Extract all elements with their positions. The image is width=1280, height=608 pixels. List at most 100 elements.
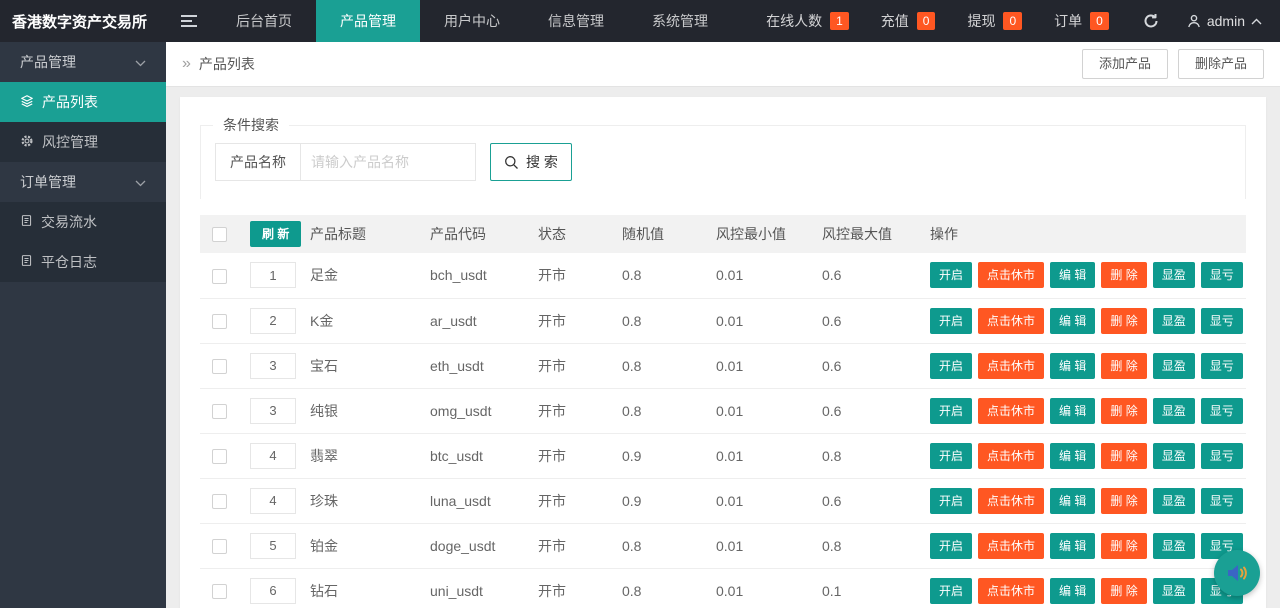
stat-label: 订单: [1054, 13, 1083, 29]
stat-label: 在线人数: [766, 13, 823, 29]
show-loss-button[interactable]: 显亏: [1200, 442, 1243, 469]
stat-withdraw[interactable]: 提现 0: [951, 11, 1038, 31]
sort-order-input[interactable]: [250, 307, 296, 334]
edit-button[interactable]: 编 辑: [1050, 352, 1096, 379]
row-checkbox[interactable]: [212, 538, 227, 554]
risk-min-cell: 0.01: [704, 388, 810, 434]
status-badge: 0: [916, 12, 936, 30]
nav-item-用户中心[interactable]: 用户中心: [420, 0, 524, 42]
announcement-float-button[interactable]: [1214, 550, 1260, 596]
show-profit-button[interactable]: 显盈: [1152, 577, 1195, 604]
search-button[interactable]: 搜 索: [490, 143, 572, 181]
show-loss-button[interactable]: 显亏: [1200, 352, 1243, 379]
edit-button[interactable]: 编 辑: [1050, 307, 1096, 334]
pause-market-button[interactable]: 点击休市: [978, 442, 1045, 469]
open-button[interactable]: 开启: [930, 577, 973, 604]
show-profit-button[interactable]: 显盈: [1152, 352, 1195, 379]
row-checkbox[interactable]: [212, 583, 227, 599]
sort-order-input[interactable]: [250, 352, 296, 379]
edit-button[interactable]: 编 辑: [1050, 442, 1096, 469]
sort-order-input[interactable]: [250, 442, 296, 469]
delete-button[interactable]: 删 除: [1101, 307, 1147, 334]
row-checkbox[interactable]: [212, 313, 227, 329]
sidebar-group-产品管理[interactable]: 产品管理: [0, 42, 166, 82]
sidebar-item-平仓日志[interactable]: 平仓日志: [0, 242, 166, 282]
stat-recharge[interactable]: 充值 0: [865, 11, 952, 31]
sidebar-item-交易流水[interactable]: 交易流水: [0, 202, 166, 242]
open-button[interactable]: 开启: [930, 532, 973, 559]
pause-market-button[interactable]: 点击休市: [978, 352, 1045, 379]
delete-button[interactable]: 删 除: [1101, 397, 1147, 424]
show-loss-button[interactable]: 显亏: [1200, 397, 1243, 424]
edit-button[interactable]: 编 辑: [1050, 577, 1096, 604]
table-row: 纯银omg_usdt开市0.80.010.6 开启点击休市编 辑删 除显盈显亏: [200, 388, 1246, 434]
row-checkbox[interactable]: [212, 358, 227, 374]
show-profit-button[interactable]: 显盈: [1152, 442, 1195, 469]
pause-market-button[interactable]: 点击休市: [978, 307, 1045, 334]
edit-button[interactable]: 编 辑: [1050, 487, 1096, 514]
sort-order-input[interactable]: [250, 577, 296, 604]
refresh-button[interactable]: [1125, 13, 1177, 29]
pause-market-button[interactable]: 点击休市: [978, 532, 1045, 559]
delete-button[interactable]: 删 除: [1101, 577, 1147, 604]
edit-button[interactable]: 编 辑: [1050, 532, 1096, 559]
delete-button[interactable]: 删 除: [1101, 262, 1147, 289]
show-profit-button[interactable]: 显盈: [1152, 307, 1195, 334]
sort-order-input[interactable]: [250, 397, 296, 424]
sidebar-item-产品列表[interactable]: 产品列表: [0, 82, 166, 122]
menu-toggle-icon[interactable]: [166, 0, 212, 42]
row-checkbox[interactable]: [212, 493, 227, 509]
row-checkbox[interactable]: [212, 403, 227, 419]
nav-item-产品管理[interactable]: 产品管理: [316, 0, 420, 42]
edit-button[interactable]: 编 辑: [1050, 397, 1096, 424]
open-button[interactable]: 开启: [930, 397, 973, 424]
pause-market-button[interactable]: 点击休市: [978, 397, 1045, 424]
product-name-input[interactable]: [300, 143, 476, 181]
add-product-button[interactable]: 添加产品: [1081, 49, 1168, 79]
sort-order-input[interactable]: [250, 262, 296, 289]
row-checkbox[interactable]: [212, 268, 227, 284]
table-row: 宝石eth_usdt开市0.80.010.6 开启点击休市编 辑删 除显盈显亏: [200, 343, 1246, 389]
sidebar-item-风控管理[interactable]: 风控管理: [0, 122, 166, 162]
nav-item-信息管理[interactable]: 信息管理: [524, 0, 628, 42]
delete-button[interactable]: 删 除: [1101, 532, 1147, 559]
row-checkbox[interactable]: [212, 448, 227, 464]
open-button[interactable]: 开启: [930, 307, 973, 334]
show-loss-button[interactable]: 显亏: [1200, 307, 1243, 334]
user-menu[interactable]: admin: [1177, 13, 1280, 29]
open-button[interactable]: 开启: [930, 442, 973, 469]
nav-item-系统管理[interactable]: 系统管理: [628, 0, 732, 42]
product-list-card: 条件搜索 产品名称 搜 索: [180, 97, 1266, 608]
open-button[interactable]: 开启: [930, 352, 973, 379]
show-profit-button[interactable]: 显盈: [1152, 397, 1195, 424]
select-all-checkbox[interactable]: [212, 227, 227, 243]
sort-order-input[interactable]: [250, 487, 296, 514]
table-row: K金ar_usdt开市0.80.010.6 开启点击休市编 辑删 除显盈显亏: [200, 298, 1246, 344]
show-loss-button[interactable]: 显亏: [1200, 262, 1243, 289]
pause-market-button[interactable]: 点击休市: [978, 487, 1045, 514]
edit-button[interactable]: 编 辑: [1050, 262, 1096, 289]
stat-online[interactable]: 在线人数 1: [750, 11, 865, 31]
refresh-table-button[interactable]: 刷 新: [250, 221, 302, 247]
stat-order[interactable]: 订单 0: [1038, 11, 1125, 31]
show-profit-button[interactable]: 显盈: [1152, 262, 1195, 289]
delete-product-button[interactable]: 删除产品: [1177, 49, 1264, 79]
row-actions: 开启点击休市编 辑删 除显盈显亏: [930, 442, 1243, 469]
show-profit-button[interactable]: 显盈: [1152, 487, 1195, 514]
open-button[interactable]: 开启: [930, 262, 973, 289]
delete-button[interactable]: 删 除: [1101, 442, 1147, 469]
user-icon: [1187, 14, 1200, 28]
sort-order-input[interactable]: [250, 532, 296, 559]
chevron-down-icon: [135, 174, 146, 190]
delete-button[interactable]: 删 除: [1101, 352, 1147, 379]
status-cell: 开市: [526, 568, 610, 608]
pause-market-button[interactable]: 点击休市: [978, 577, 1045, 604]
log-icon: [20, 254, 33, 270]
nav-item-后台首页[interactable]: 后台首页: [212, 0, 316, 42]
sidebar-group-订单管理[interactable]: 订单管理: [0, 162, 166, 202]
delete-button[interactable]: 删 除: [1101, 487, 1147, 514]
show-profit-button[interactable]: 显盈: [1152, 532, 1195, 559]
pause-market-button[interactable]: 点击休市: [978, 262, 1045, 289]
open-button[interactable]: 开启: [930, 487, 973, 514]
show-loss-button[interactable]: 显亏: [1200, 487, 1243, 514]
